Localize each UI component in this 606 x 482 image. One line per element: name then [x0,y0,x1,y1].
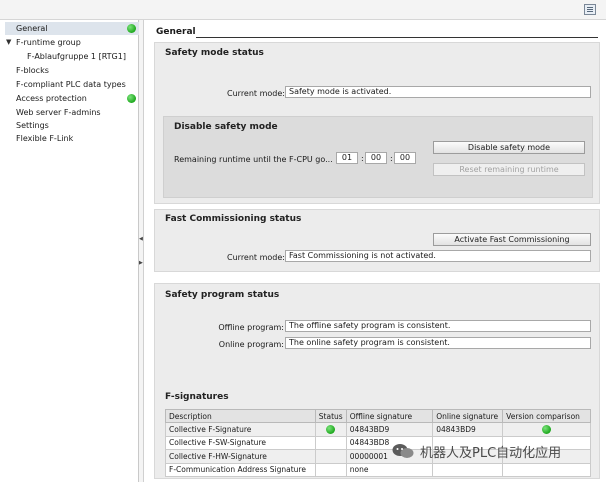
collapse-left-icon[interactable]: ◀ [139,236,144,242]
version-comparison-cell [502,422,591,437]
status-ok-icon [127,24,136,33]
col-header-version-comparison[interactable]: Version comparison [502,409,591,423]
safety-mode-panel: Safety mode status Current mode: Safety … [154,42,600,204]
status-ok-icon [325,425,335,434]
description-cell: Collective F-HW-Signature [165,449,316,464]
tree-item-flexible-f-link[interactable]: Flexible F-Link [5,132,139,145]
current-mode-label: Current mode: [227,89,285,98]
status-cell [314,422,347,437]
activate-fast-commissioning-button[interactable]: Activate Fast Commissioning [433,233,591,246]
pane-splitter[interactable]: ◀ ▶ [139,20,144,482]
safety-program-title: Safety program status [165,290,280,300]
reset-remaining-runtime-button[interactable]: Reset remaining runtime [433,163,585,176]
tree-item-access-protection[interactable]: Access protection [5,92,139,105]
runtime-seconds-field[interactable]: 00 [394,152,416,164]
online-program-value: The online safety program is consistent. [285,337,591,349]
fast-commissioning-title: Fast Commissioning status [165,214,302,224]
title-underline [196,37,598,38]
chat-bubble-icon [392,444,414,458]
f-signatures-title: F-signatures [165,392,229,402]
tree-item-settings[interactable]: Settings [5,119,139,132]
col-header-description[interactable]: Description [165,409,316,423]
top-toolbar [0,0,606,20]
time-separator: : [361,154,364,163]
expand-arrow-icon[interactable]: ▼ [6,36,11,49]
version-comparison-cell [502,462,591,477]
description-cell: Collective F-Signature [165,422,316,437]
tree-item-label: F-compliant PLC data types [16,80,126,89]
col-header-status[interactable]: Status [314,409,347,423]
tree-item-label: F-blocks [16,66,49,75]
tree-item-f-blocks[interactable]: F-blocks [5,64,139,77]
status-cell [314,462,347,477]
status-cell [314,435,347,450]
tree-item-f-compliant-plc-data-types[interactable]: F-compliant PLC data types [5,78,139,91]
page-title: General [156,27,196,37]
expand-right-icon[interactable]: ▶ [139,260,144,266]
disable-safety-mode-title: Disable safety mode [174,122,278,132]
tree-item-label: General [16,24,48,33]
tree-item-f-runtime-group[interactable]: ▼ F-runtime group [5,36,139,49]
online-signature-cell: 04843BD9 [432,422,504,437]
tree-item-label: Settings [16,121,49,130]
description-cell: F-Communication Address Signature [165,462,316,477]
col-header-offline-signature[interactable]: Offline signature [345,409,434,423]
watermark-text: 机器人及PLC自动化应用 [420,446,562,461]
tree-item-label: Web server F-admins [16,108,101,117]
disable-safety-mode-group: Disable safety mode Remaining runtime un… [163,116,593,198]
runtime-minutes-field[interactable]: 00 [365,152,387,164]
fast-commissioning-panel: Fast Commissioning status Activate Fast … [154,209,600,272]
status-cell [314,449,347,464]
time-separator: : [390,154,393,163]
tree-item-label: Access protection [16,94,87,103]
tree-item-label: F-Ablaufgruppe 1 [RTG1] [27,52,126,61]
safety-mode-value: Safety mode is activated. [285,86,591,98]
table-header-row: Description Status Offline signature Onl… [165,409,591,423]
online-program-label: Online program: [218,340,284,349]
runtime-hours-field[interactable]: 01 [336,152,358,164]
tree-item-label: F-runtime group [16,38,81,47]
safety-mode-title: Safety mode status [165,48,264,58]
table-row[interactable]: F-Communication Address Signature none [165,462,591,477]
disable-safety-mode-button[interactable]: Disable safety mode [433,141,585,154]
offline-program-value: The offline safety program is consistent… [285,320,591,332]
fast-commissioning-value: Fast Commissioning is not activated. [285,250,591,262]
offline-signature-cell: 04843BD9 [345,422,434,437]
properties-content: General Safety mode status Current mode:… [148,20,606,482]
tree-item-general[interactable]: General [5,22,139,35]
tree-item-web-server-f-admins[interactable]: Web server F-admins [5,106,139,119]
online-signature-cell [432,462,504,477]
tree-item-f-ablaufgruppe[interactable]: F-Ablaufgruppe 1 [RTG1] [5,50,139,63]
description-cell: Collective F-SW-Signature [165,435,316,450]
remaining-runtime-label: Remaining runtime until the F-CPU go... [174,155,333,164]
current-mode-label: Current mode: [227,253,285,262]
offline-signature-cell: none [345,462,434,477]
status-ok-icon [127,94,136,103]
offline-program-label: Offline program: [218,323,284,332]
tree-item-label: Flexible F-Link [16,134,74,143]
table-row[interactable]: Collective F-Signature 04843BD9 04843BD9 [165,422,591,437]
status-ok-icon [541,425,551,434]
navigation-tree: General ▼ F-runtime group F-Ablaufgruppe… [5,20,139,482]
col-header-online-signature[interactable]: Online signature [432,409,504,423]
window-options-icon[interactable] [584,4,596,15]
